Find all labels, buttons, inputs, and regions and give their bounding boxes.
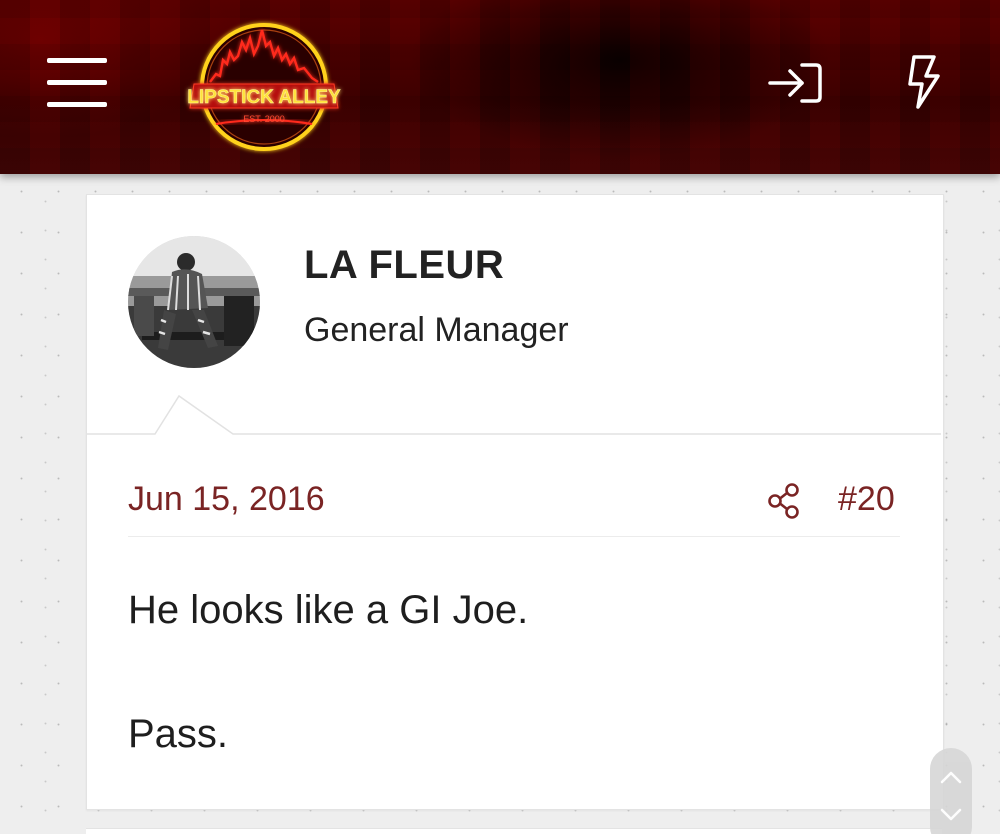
scroll-jump-control: [930, 748, 972, 834]
post-number-link[interactable]: #20: [838, 480, 895, 519]
share-icon[interactable]: [766, 482, 804, 520]
avatar[interactable]: [128, 236, 260, 368]
site-header: LIPSTICK ALLEY EST. 2000: [0, 0, 1000, 174]
hamburger-menu-icon[interactable]: [44, 56, 110, 110]
logo-sub-text: EST. 2000: [243, 114, 285, 124]
post-body-line: He looks like a GI Joe.: [128, 588, 529, 632]
message-divider: [87, 394, 941, 435]
logo-main-text: LIPSTICK ALLEY: [187, 87, 341, 108]
chevron-up-icon[interactable]: [939, 768, 963, 788]
post-date-link[interactable]: Jun 15, 2016: [128, 480, 325, 519]
chevron-down-icon[interactable]: [939, 804, 963, 824]
post-body-line: Pass.: [128, 712, 229, 756]
login-icon[interactable]: [764, 60, 826, 106]
post-author-title: General Manager: [304, 311, 569, 349]
post-header-rule: [128, 536, 900, 537]
next-post-card: [86, 828, 942, 834]
lightning-bolt-icon[interactable]: [898, 54, 946, 110]
post-author-name[interactable]: LA FLEUR: [304, 243, 504, 288]
lipstick-alley-logo[interactable]: LIPSTICK ALLEY EST. 2000: [176, 16, 352, 158]
